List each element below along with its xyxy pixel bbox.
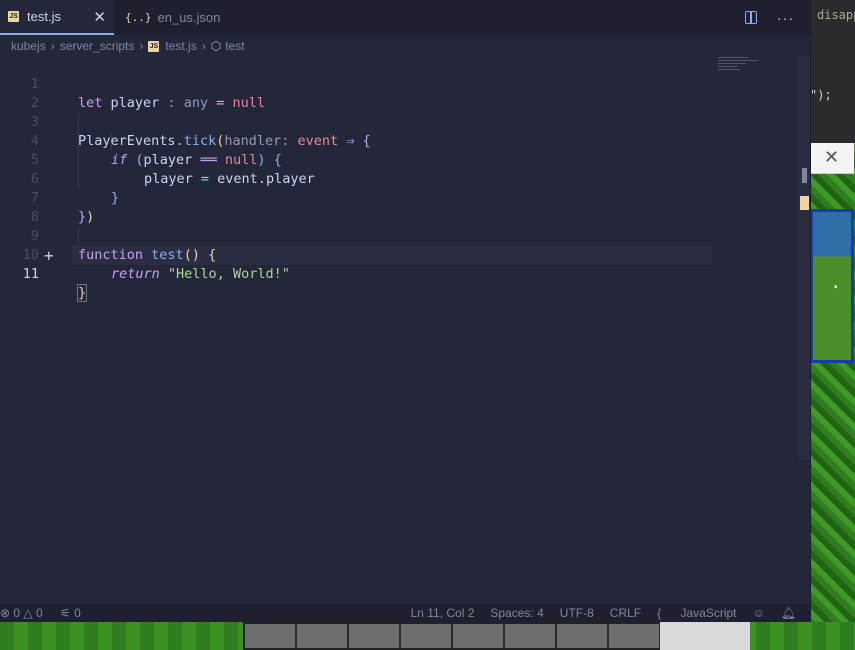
language-label: JavaScript bbox=[680, 606, 737, 620]
code-line: 9 function test() { bbox=[0, 208, 797, 263]
background-code-peek: disapp "); bbox=[810, 0, 855, 145]
json-braces-icon: {..} bbox=[125, 11, 152, 24]
hotbar-slot[interactable] bbox=[349, 624, 401, 648]
split-editor-icon[interactable] bbox=[745, 11, 757, 24]
code-line: 7 }) bbox=[0, 170, 797, 225]
code-editor[interactable]: + 1 let player : any = null 2 3 PlayerEv… bbox=[0, 56, 797, 604]
editor-actions: ··· bbox=[745, 0, 810, 35]
tab-label: en_us.json bbox=[157, 10, 221, 25]
js-file-icon: JS bbox=[148, 40, 160, 52]
chevron-right-icon: › bbox=[50, 39, 55, 53]
map-marker-icon: ▪ bbox=[834, 282, 838, 293]
hotbar-slot[interactable] bbox=[297, 624, 349, 648]
game-block bbox=[660, 622, 750, 650]
code-line: 1 let player : any = null bbox=[0, 56, 797, 111]
game-popup: ✕ bbox=[810, 143, 854, 174]
vertical-scrollbar[interactable] bbox=[797, 56, 810, 460]
hotbar-slot[interactable] bbox=[505, 624, 557, 648]
more-actions-icon[interactable]: ··· bbox=[777, 10, 794, 26]
encoding[interactable]: UTF-8 bbox=[560, 604, 594, 622]
line-number: 11 bbox=[22, 266, 39, 282]
keyword: return bbox=[111, 266, 160, 282]
breadcrumb-item-symbol[interactable]: test bbox=[225, 39, 244, 53]
code-line: 3 PlayerEvents.tick(handler: event ⇒ { bbox=[0, 94, 797, 149]
minimap[interactable] bbox=[718, 57, 763, 81]
js-file-icon: JS bbox=[8, 11, 19, 22]
string-literal: "Hello, World!" bbox=[167, 266, 290, 282]
code-line: 6 } bbox=[0, 151, 797, 206]
code-line: 5 player = event.player bbox=[0, 132, 797, 187]
ports-icon[interactable]: ⚟ bbox=[60, 606, 71, 620]
scrollbar-cursor-marker bbox=[800, 196, 809, 210]
indentation[interactable]: Spaces: 4 bbox=[490, 604, 543, 622]
ports-count[interactable]: 0 bbox=[74, 606, 81, 620]
close-icon[interactable]: ✕ bbox=[93, 8, 106, 26]
copilot-icon[interactable]: ☺ bbox=[753, 604, 765, 622]
bell-icon[interactable]: 🔔︎ bbox=[781, 604, 796, 622]
hotbar-slot[interactable] bbox=[453, 624, 505, 648]
line-ending[interactable]: CRLF bbox=[610, 604, 641, 622]
code-line: 2 bbox=[0, 75, 797, 111]
game-world-panel: ✕ ▪ bbox=[810, 143, 855, 650]
minimap-widget: ▪ bbox=[810, 209, 854, 363]
scrollbar-thumb[interactable] bbox=[802, 168, 807, 183]
breadcrumb: kubejs › server_scripts › JS test.js › ⬡… bbox=[0, 36, 800, 56]
hotbar-slot[interactable] bbox=[401, 624, 453, 648]
tab-label: test.js bbox=[27, 9, 61, 24]
game-hotbar-strip bbox=[0, 622, 855, 650]
symbol-method-icon: ⬡ bbox=[210, 39, 222, 53]
code-line: 8 bbox=[0, 189, 797, 225]
code-line: 10 return "Hello, World!" bbox=[0, 227, 797, 282]
brace: } bbox=[76, 284, 88, 302]
tab-bar: JS test.js ✕ {..} en_us.json ··· bbox=[0, 0, 810, 35]
tab-test-js[interactable]: JS test.js ✕ bbox=[0, 0, 114, 35]
code-line: 11 } bbox=[0, 246, 797, 302]
problems-errors[interactable]: ⊗ 0 bbox=[0, 606, 20, 620]
status-bar: ⊗ 0 △ 0 ⚟ 0 Ln 11, Col 2 Spaces: 4 UTF-8… bbox=[0, 604, 810, 622]
chevron-right-icon: › bbox=[201, 39, 206, 53]
code-line: 4 if (player ══ null) { bbox=[0, 113, 797, 168]
tab-en-us-json[interactable]: {..} en_us.json bbox=[114, 0, 224, 35]
hotbar-slot[interactable] bbox=[245, 624, 297, 648]
problems-warnings[interactable]: △ 0 bbox=[23, 606, 42, 620]
background-code-word: disapp bbox=[817, 8, 855, 22]
editor-window: JS test.js ✕ {..} en_us.json ··· kubejs … bbox=[0, 0, 811, 622]
breadcrumb-item-file[interactable]: test.js bbox=[165, 39, 196, 53]
hotbar-slot[interactable] bbox=[609, 624, 661, 648]
breadcrumb-item-server-scripts[interactable]: server_scripts bbox=[60, 39, 135, 53]
background-code-punct: "); bbox=[810, 88, 832, 102]
chevron-right-icon: › bbox=[139, 39, 144, 53]
cursor-position[interactable]: Ln 11, Col 2 bbox=[411, 604, 475, 622]
hotbar-slot[interactable] bbox=[557, 624, 609, 648]
breadcrumb-item-kubejs[interactable]: kubejs bbox=[11, 39, 46, 53]
language-mode[interactable]: { JavaScript bbox=[657, 604, 736, 622]
close-icon[interactable]: ✕ bbox=[824, 148, 839, 166]
hotbar bbox=[243, 622, 663, 650]
